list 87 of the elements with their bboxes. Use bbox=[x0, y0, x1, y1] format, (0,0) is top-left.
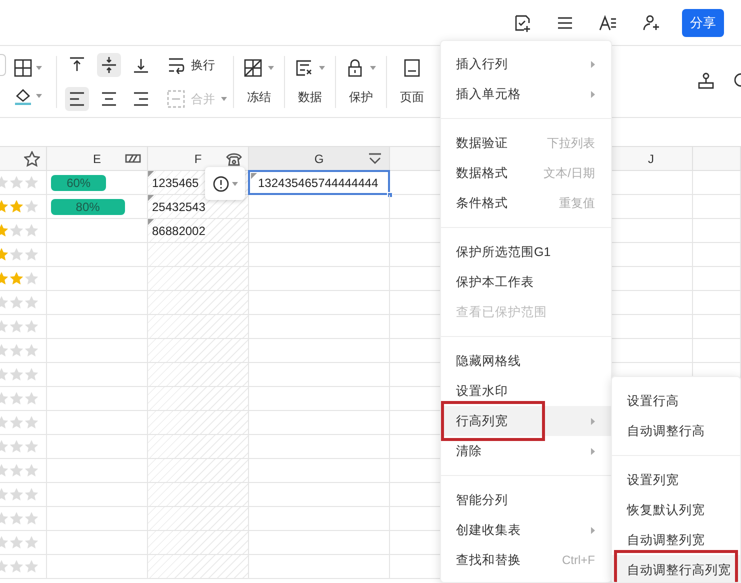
menu-item[interactable]: 设置行高 bbox=[612, 386, 740, 416]
column-header[interactable]: J bbox=[648, 150, 654, 168]
menu-item[interactable]: 自动调整行高列宽 bbox=[612, 555, 740, 582]
fill-bucket-icon[interactable] bbox=[14, 86, 32, 104]
page-icon bbox=[404, 58, 420, 76]
toolbar-button[interactable]: 冻结 bbox=[236, 58, 282, 106]
grid-icon[interactable] bbox=[14, 58, 32, 76]
column-header[interactable]: F bbox=[194, 150, 202, 168]
menu-item[interactable]: 智能分列 bbox=[441, 485, 611, 515]
caret-icon bbox=[370, 66, 376, 70]
star-rating[interactable] bbox=[0, 535, 39, 550]
caret-icon bbox=[268, 66, 274, 70]
menu-item[interactable]: 条件格式 重复值 bbox=[441, 188, 611, 218]
merge-label: 合并 bbox=[191, 90, 215, 108]
shortcut-label: 文本/日期 bbox=[544, 165, 595, 182]
lock-icon bbox=[346, 58, 364, 76]
shortcut-label: 下拉列表 bbox=[547, 135, 595, 152]
fill-handle[interactable] bbox=[387, 192, 393, 198]
toolbar-button[interactable]: 保护 bbox=[338, 58, 384, 106]
wrap-icon[interactable] bbox=[167, 56, 185, 74]
menu-item[interactable]: 数据格式 文本/日期 bbox=[441, 158, 611, 188]
freeze-icon bbox=[244, 58, 262, 76]
caret-icon bbox=[319, 66, 325, 70]
star-rating[interactable] bbox=[0, 367, 39, 382]
column-header[interactable]: E bbox=[92, 150, 101, 168]
menu-item[interactable]: 设置列宽 bbox=[612, 465, 740, 495]
cell-text: 132435465744444444 bbox=[258, 174, 378, 192]
align-left-icon[interactable] bbox=[68, 90, 86, 108]
align-right-icon[interactable] bbox=[132, 90, 150, 108]
star-rating[interactable] bbox=[0, 391, 39, 406]
star-rating[interactable] bbox=[0, 319, 39, 334]
stamp-icon[interactable] bbox=[697, 72, 715, 90]
menu-item[interactable]: 保护所选范围G1 bbox=[441, 237, 611, 267]
add-user-icon[interactable] bbox=[640, 12, 660, 32]
caret-icon bbox=[221, 96, 227, 100]
menu-item[interactable]: 隐藏网格线 bbox=[441, 346, 611, 376]
menu-item[interactable]: 自动调整行高 bbox=[612, 416, 740, 446]
column-header[interactable]: G bbox=[314, 150, 324, 168]
star-rating[interactable] bbox=[0, 271, 39, 286]
menu-item[interactable]: 设置水印 bbox=[441, 376, 611, 406]
progress-label: 60% bbox=[66, 174, 92, 190]
align-top-icon[interactable] bbox=[68, 56, 86, 74]
star-rating[interactable] bbox=[0, 511, 39, 526]
menu-item[interactable]: 查找和替换 Ctrl+F bbox=[441, 545, 611, 575]
menu-item[interactable]: 行高列宽 bbox=[441, 406, 611, 436]
menu-item[interactable]: 清除 bbox=[441, 436, 611, 466]
star-rating[interactable] bbox=[0, 247, 39, 262]
star-rating[interactable] bbox=[0, 439, 39, 454]
number-mark-icon bbox=[251, 173, 257, 179]
star-rating[interactable] bbox=[0, 223, 39, 238]
menu-item[interactable]: 恢复默认列宽 bbox=[612, 495, 740, 525]
data-icon bbox=[295, 58, 313, 76]
warning-dropdown[interactable] bbox=[205, 167, 245, 200]
star-rating[interactable] bbox=[0, 199, 39, 214]
star-rating[interactable] bbox=[0, 295, 39, 310]
cell-text: 1235465 bbox=[152, 174, 199, 192]
star-rating[interactable] bbox=[0, 175, 39, 190]
menu-item[interactable]: 插入单元格 bbox=[441, 79, 611, 109]
star-rating[interactable] bbox=[0, 415, 39, 430]
menu-item[interactable]: 插入行列 bbox=[441, 49, 611, 79]
star-rating[interactable] bbox=[0, 559, 39, 574]
star-rating[interactable] bbox=[0, 343, 39, 358]
align-center-icon[interactable] bbox=[100, 90, 118, 108]
cell-text: 86882002 bbox=[152, 222, 206, 240]
toolbar-button[interactable]: 页面 bbox=[389, 58, 435, 106]
caret-icon bbox=[36, 94, 42, 98]
toolbar-button[interactable]: 数据 bbox=[287, 58, 333, 106]
merge-icon[interactable] bbox=[167, 90, 185, 108]
wrap-label: 换行 bbox=[191, 56, 215, 74]
share-button[interactable]: 分享 bbox=[682, 8, 724, 36]
shortcut-label: 重复值 bbox=[559, 195, 595, 212]
menu-item[interactable]: 创建收集表 bbox=[441, 515, 611, 545]
warning-icon bbox=[212, 176, 228, 192]
menu-item[interactable]: 数据验证 下拉列表 bbox=[441, 128, 611, 158]
star-icon bbox=[24, 151, 40, 167]
menu-item[interactable]: 保护本工作表 bbox=[441, 267, 611, 297]
progress-label: 80% bbox=[74, 198, 101, 214]
shortcut-label: Ctrl+F bbox=[562, 552, 595, 569]
star-rating[interactable] bbox=[0, 487, 39, 502]
caret-icon bbox=[36, 66, 42, 70]
font-format-icon[interactable] bbox=[598, 12, 618, 32]
align-middle-icon[interactable] bbox=[100, 56, 118, 74]
menu-item[interactable]: 自动调整列宽 bbox=[612, 525, 740, 555]
caret-icon bbox=[232, 182, 238, 186]
cell-text: 25432543 bbox=[152, 198, 206, 216]
star-rating[interactable] bbox=[0, 463, 39, 478]
phone-icon bbox=[226, 151, 242, 167]
